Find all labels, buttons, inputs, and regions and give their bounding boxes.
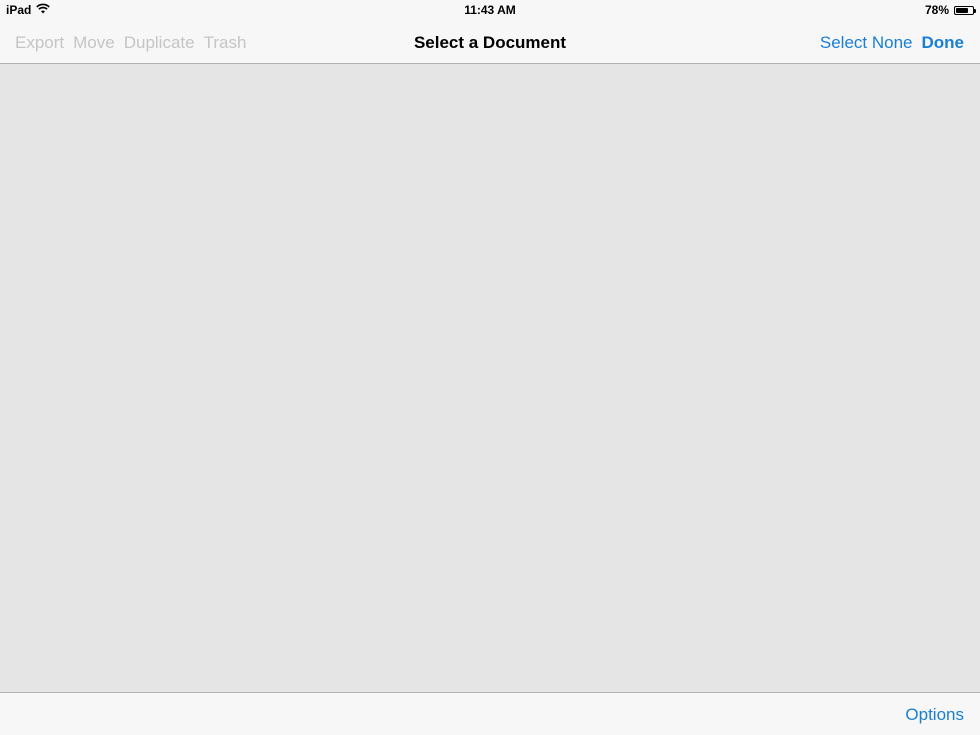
status-right: 78% — [924, 3, 976, 17]
options-button[interactable]: Options — [905, 705, 964, 725]
done-button[interactable]: Done — [922, 33, 965, 53]
bottom-toolbar: Options — [0, 692, 980, 735]
select-none-button[interactable]: Select None — [820, 33, 913, 53]
nav-right-actions: Select None Done — [820, 33, 964, 53]
battery-percent: 78% — [924, 3, 949, 17]
navigation-bar: Export Move Duplicate Trash Select a Doc… — [0, 20, 980, 64]
status-bar: iPad 11:43 AM 78% — [0, 0, 980, 20]
status-time: 11:43 AM — [464, 3, 516, 17]
document-area[interactable] — [0, 64, 980, 692]
battery-fill — [956, 7, 969, 13]
battery-icon — [954, 5, 976, 15]
battery-tip — [974, 8, 976, 13]
